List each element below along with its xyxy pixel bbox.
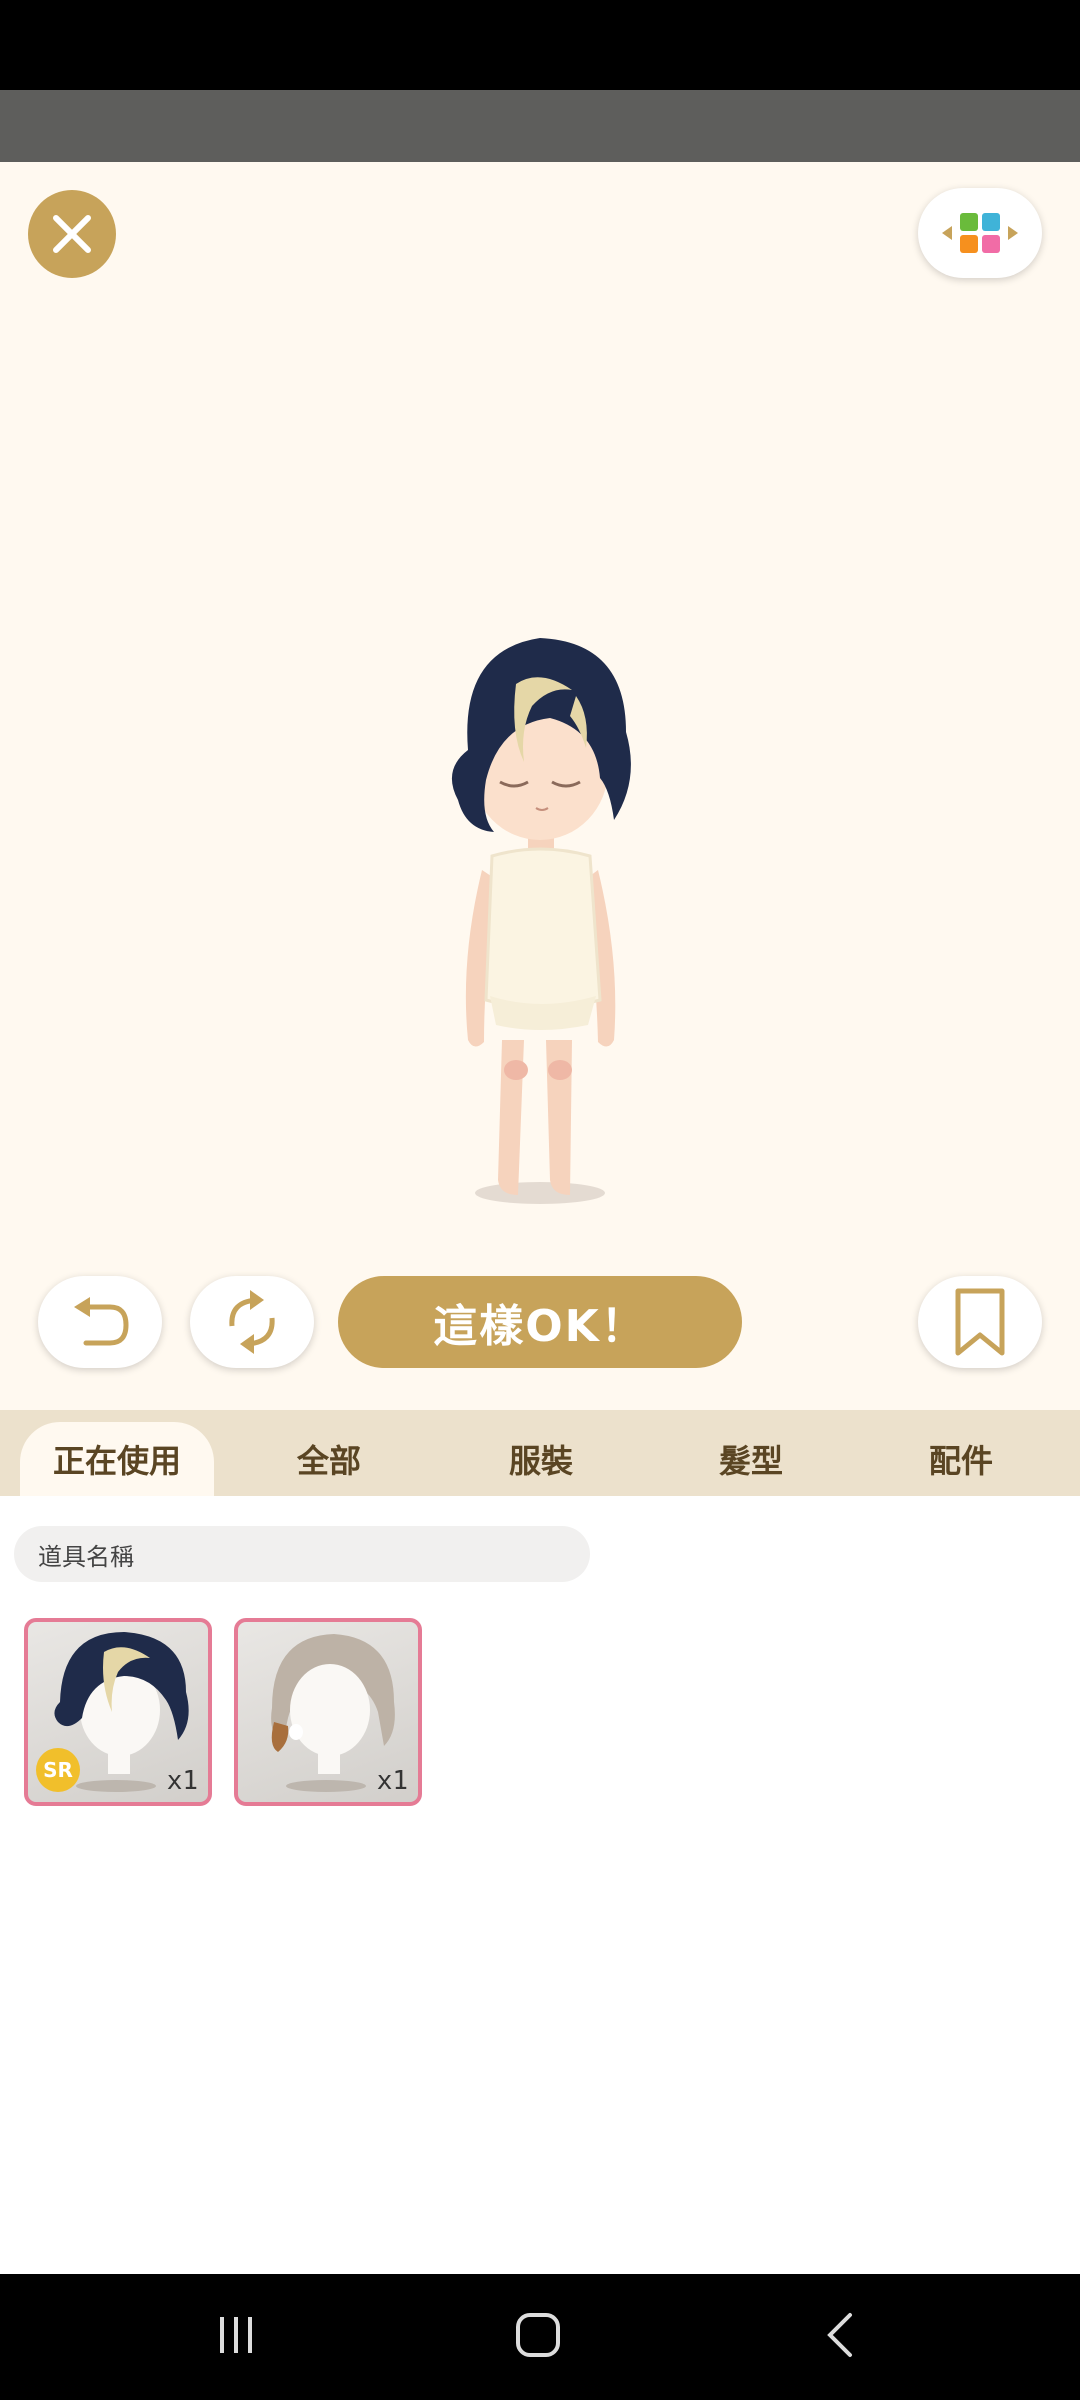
item-search-input[interactable]: 道具名稱 (14, 1526, 590, 1582)
layout-switch-icon (942, 213, 1018, 253)
recent-apps-button[interactable] (196, 2300, 276, 2370)
tab-clothing[interactable]: 服裝 (444, 1422, 638, 1496)
item-card[interactable]: x1 (234, 1618, 422, 1806)
close-button[interactable] (28, 190, 116, 278)
back-icon (827, 2313, 852, 2357)
home-icon (516, 2313, 560, 2357)
confirm-ok-button[interactable]: 這樣OK！ (338, 1276, 742, 1368)
tab-accessories[interactable]: 配件 (864, 1422, 1058, 1496)
item-card[interactable]: SR x1 (24, 1618, 212, 1806)
tab-hairstyle[interactable]: 髮型 (654, 1422, 848, 1496)
recent-apps-icon (220, 2317, 252, 2353)
undo-button[interactable] (38, 1276, 162, 1368)
refresh-icon (229, 1290, 275, 1354)
item-quantity: x1 (376, 1766, 408, 1796)
home-button[interactable] (498, 2300, 578, 2370)
close-icon (53, 215, 91, 253)
undo-icon (74, 1297, 129, 1346)
layout-switch-button[interactable] (918, 188, 1042, 278)
item-quantity: x1 (166, 1766, 198, 1796)
status-bar (0, 0, 1080, 90)
header-band (0, 90, 1080, 162)
bookmark-button[interactable] (918, 1276, 1042, 1368)
back-button[interactable] (800, 2300, 880, 2370)
refresh-button[interactable] (190, 1276, 314, 1368)
tab-in-use[interactable]: 正在使用 (20, 1422, 214, 1496)
category-tabs: 正在使用 全部 服裝 髮型 配件 (0, 1410, 1080, 1496)
item-panel (0, 1496, 1080, 2274)
tab-all[interactable]: 全部 (232, 1422, 426, 1496)
avatar-character (451, 638, 631, 1204)
bookmark-icon (955, 1288, 1005, 1356)
rarity-badge: SR (36, 1748, 80, 1792)
